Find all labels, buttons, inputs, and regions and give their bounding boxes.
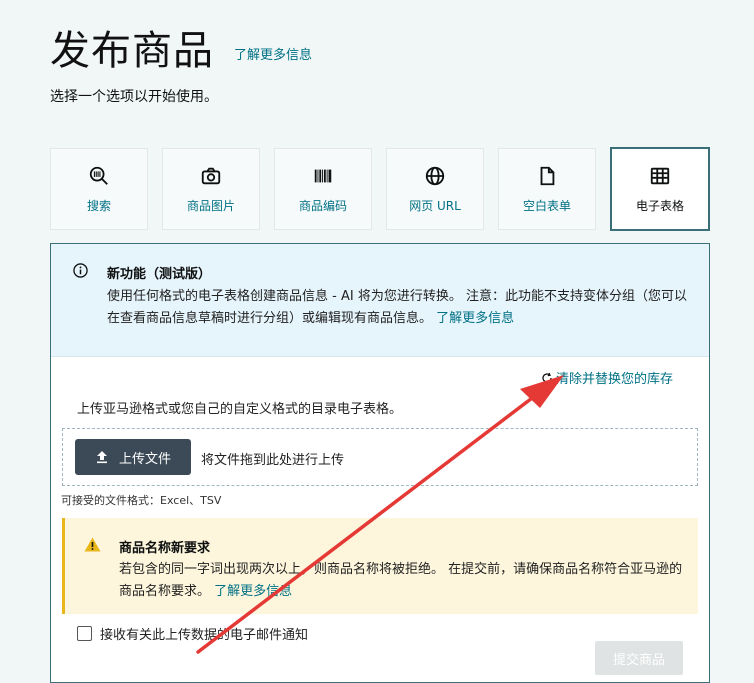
email-notification-option[interactable]: 接收有关此上传数据的电子邮件通知 xyxy=(77,624,308,643)
alert-learn-more-link[interactable]: 了解更多信息 xyxy=(436,311,514,326)
option-label: 网页 URL xyxy=(409,198,461,213)
listing-options: 搜索 商品图片 商品编码 网页 URL 空白表单 电子表格 xyxy=(50,147,710,232)
upload-button-label: 上传文件 xyxy=(118,451,171,467)
warning-body: 若包含的同一字词出现两次以上，则商品名称将被拒绝。 在提交前，请确保商品名称符合… xyxy=(119,562,683,599)
option-label: 搜索 xyxy=(86,198,111,213)
alert-body: 使用任何格式的电子表格创建商品信息 - AI 将为您进行转换。 注意：此功能不支… xyxy=(107,289,687,326)
page-subtitle: 选择一个选项以开始使用。 xyxy=(50,89,218,105)
option-label: 商品编码 xyxy=(298,198,347,213)
clear-replace-inventory-link[interactable]: 清除并替换您的库存 xyxy=(541,368,673,387)
refresh-icon xyxy=(542,372,552,383)
drop-hint: 将文件拖到此处进行上传 xyxy=(201,453,345,468)
option-web-url[interactable]: 网页 URL xyxy=(386,148,484,230)
option-spreadsheet[interactable]: 电子表格 xyxy=(610,147,710,231)
email-notification-checkbox[interactable] xyxy=(77,626,92,641)
globe-icon xyxy=(425,166,445,185)
replace-link-label: 清除并替换您的库存 xyxy=(556,372,674,387)
barcode-icon xyxy=(314,169,332,182)
option-product-code[interactable]: 商品编码 xyxy=(274,148,372,230)
warning-title: 商品名称新要求 xyxy=(119,541,211,556)
info-icon xyxy=(73,263,88,278)
option-blank-form[interactable]: 空白表单 xyxy=(498,148,596,230)
option-search[interactable]: 搜索 xyxy=(50,148,148,230)
camera-icon xyxy=(201,167,221,184)
file-dropzone[interactable]: 上传文件 将文件拖到此处进行上传 xyxy=(62,428,698,486)
product-name-warning: 商品名称新要求 若包含的同一字词出现两次以上，则商品名称将被拒绝。 在提交前，请… xyxy=(62,518,698,614)
option-product-image[interactable]: 商品图片 xyxy=(162,148,260,230)
option-label: 商品图片 xyxy=(186,198,235,213)
warning-icon xyxy=(84,537,101,552)
upload-icon xyxy=(96,451,107,464)
option-label: 空白表单 xyxy=(522,198,571,213)
spreadsheet-icon xyxy=(650,167,670,184)
learn-more-link[interactable]: 了解更多信息 xyxy=(234,44,312,63)
email-notification-label: 接收有关此上传数据的电子邮件通知 xyxy=(100,628,309,643)
upload-file-button[interactable]: 上传文件 xyxy=(75,439,191,475)
warning-learn-more-link[interactable]: 了解更多信息 xyxy=(214,584,292,599)
alert-title: 新功能（测试版） xyxy=(107,267,212,282)
search-barcode-icon xyxy=(89,166,108,185)
upload-description: 上传亚马逊格式或您自己的自定义格式的目录电子表格。 xyxy=(77,402,403,417)
new-feature-alert: 新功能（测试版） 使用任何格式的电子表格创建商品信息 - AI 将为您进行转换。… xyxy=(51,244,709,357)
accepted-formats: 可接受的文件格式：Excel、TSV xyxy=(61,494,222,507)
warning-text: 若包含的同一字词出现两次以上，则商品名称将被拒绝。 在提交前，请确保商品名称符合… xyxy=(119,559,691,603)
page-title: 发布商品 xyxy=(50,28,214,74)
document-icon xyxy=(540,166,555,185)
alert-text: 使用任何格式的电子表格创建商品信息 - AI 将为您进行转换。 注意：此功能不支… xyxy=(107,286,697,330)
spreadsheet-panel: 新功能（测试版） 使用任何格式的电子表格创建商品信息 - AI 将为您进行转换。… xyxy=(50,243,710,683)
submit-products-button[interactable]: 提交商品 xyxy=(595,641,683,675)
option-label: 电子表格 xyxy=(635,198,684,213)
